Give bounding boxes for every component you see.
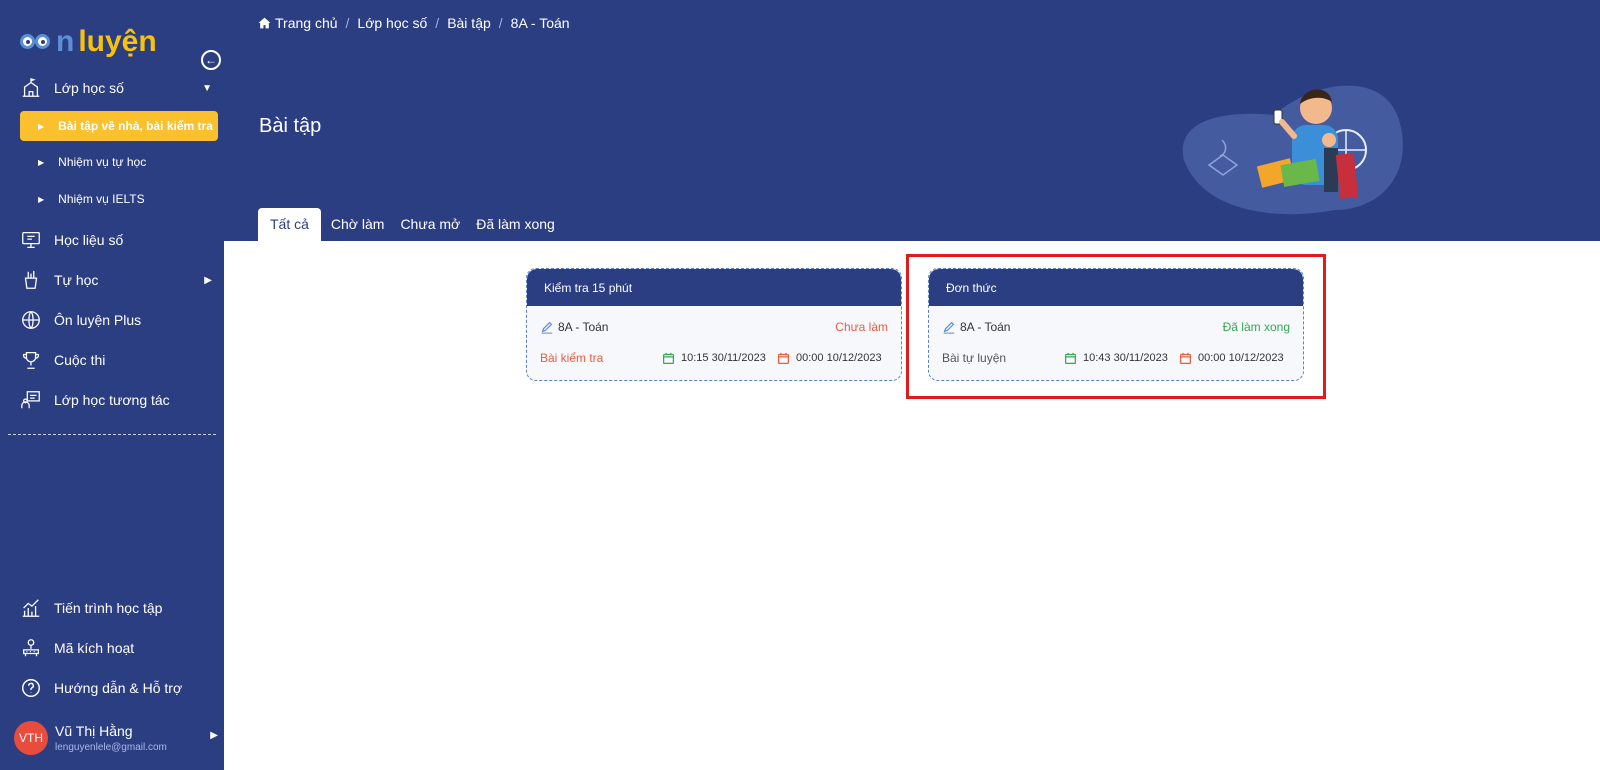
card-class-label: 8A - Toán xyxy=(558,320,609,334)
calendar-start-icon xyxy=(663,352,674,364)
sidebar-item-tien-trinh[interactable]: Tiến trình học tập xyxy=(0,590,224,626)
sidebar-item-label: Tự học xyxy=(54,272,99,288)
sidebar-subitem-label: Nhiệm vụ IELTS xyxy=(58,192,145,206)
sidebar-item-label: Ôn luyện Plus xyxy=(54,312,142,328)
sidebar-item-label: Lớp học tương tác xyxy=(54,392,170,408)
user-name: Vũ Thị Hằng xyxy=(55,723,133,739)
card-class: 8A - Toán xyxy=(540,320,608,334)
sidebar-item-lop-hoc-tuong-tac[interactable]: Lớp học tương tác xyxy=(0,382,224,418)
card-title: Kiểm tra 15 phút xyxy=(527,269,901,306)
sidebar-item-label: Lớp học số xyxy=(54,80,124,96)
sidebar-item-hoc-lieu-so[interactable]: Học liệu số xyxy=(0,222,224,258)
trophy-icon xyxy=(20,349,42,371)
assignment-type: Bài kiểm tra xyxy=(540,351,604,365)
sidebar-item-lop-hoc-so[interactable]: Lớp học số ▼ xyxy=(0,70,224,106)
card-row-meta: Bài kiểm tra 10:15 30/11/2023 00:00 10/1… xyxy=(540,351,888,365)
owl-logo-icon xyxy=(20,30,54,54)
card-row-class: 8A - Toán Chưa làm xyxy=(540,320,888,334)
end-date-label: 00:00 10/12/2023 xyxy=(796,352,882,364)
sidebar-item-label: Cuộc thi xyxy=(54,352,106,368)
calendar-end-icon xyxy=(778,352,789,364)
tab-cho-lam[interactable]: Chờ làm xyxy=(323,208,393,241)
highlight-box xyxy=(906,254,1326,399)
sidebar-item-label: Tiến trình học tập xyxy=(54,600,163,616)
end-date: 00:00 10/12/2023 xyxy=(777,352,882,365)
start-date-label: 10:15 30/11/2023 xyxy=(681,352,766,364)
globe-icon xyxy=(20,309,42,331)
student-illustration xyxy=(1182,85,1403,215)
breadcrumb-lop-hoc-so[interactable]: Lớp học số xyxy=(357,15,427,31)
sidebar-item-huong-dan[interactable]: Hướng dẫn & Hỗ trợ xyxy=(0,670,224,706)
triangle-right-icon: ▶ xyxy=(38,194,45,204)
pencil-cup-icon xyxy=(20,269,42,291)
chart-icon xyxy=(20,597,42,619)
user-info: Vũ Thị Hằng lenguyenlele@gmail.com xyxy=(55,723,167,753)
page-title: Bài tập xyxy=(259,115,322,137)
interactive-class-icon xyxy=(20,389,42,411)
sidebar-item-tu-hoc[interactable]: Tự học ▶ xyxy=(0,262,224,298)
caret-down-icon: ▼ xyxy=(202,82,212,94)
assignment-card-kiem-tra[interactable]: Kiểm tra 15 phút 8A - Toán Chưa làm Bài … xyxy=(526,268,902,381)
caret-right-icon: ▶ xyxy=(204,274,212,286)
sidebar-item-on-luyen-plus[interactable]: Ôn luyện Plus xyxy=(0,302,224,338)
tab-tat-ca[interactable]: Tất cả xyxy=(258,208,321,241)
sidebar-item-cuoc-thi[interactable]: Cuộc thi xyxy=(0,342,224,378)
tab-da-lam-xong[interactable]: Đã làm xong xyxy=(468,208,563,241)
sidebar-item-label: Mã kích hoạt xyxy=(54,640,135,656)
key-code-icon xyxy=(20,637,42,659)
start-date: 10:15 30/11/2023 xyxy=(662,352,766,365)
breadcrumb-current: 8A - Toán xyxy=(510,15,570,31)
app-logo[interactable]: n luyện xyxy=(20,24,157,60)
sidebar-item-label: Hướng dẫn & Hỗ trợ xyxy=(54,680,183,696)
logo-text-part2: luyện xyxy=(78,25,157,58)
tab-chua-mo[interactable]: Chưa mở xyxy=(392,208,468,241)
help-icon xyxy=(20,677,42,699)
sidebar-item-ma-kich-hoat[interactable]: Mã kích hoạt xyxy=(0,630,224,666)
tab-bar: Tất cả Chờ làm Chưa mở Đã làm xong xyxy=(258,208,563,241)
triangle-right-icon: ▶ xyxy=(38,121,45,131)
breadcrumb-separator: / xyxy=(498,15,503,31)
logo-text-part1: n xyxy=(56,25,75,58)
home-icon xyxy=(258,17,271,29)
pencil-icon xyxy=(541,321,553,334)
caret-right-icon: ▶ xyxy=(210,730,218,741)
page-header: Trang chủ / Lớp học số / Bài tập / 8A - … xyxy=(224,0,1600,241)
breadcrumb: Trang chủ / Lớp học số / Bài tập / 8A - … xyxy=(258,15,570,31)
sidebar-subitem-nhiem-vu-ielts[interactable]: ▶ Nhiệm vụ IELTS xyxy=(20,184,218,214)
avatar: VTH xyxy=(14,721,48,755)
user-email: lenguyenlele@gmail.com xyxy=(55,742,167,753)
sidebar-subitem-bai-tap[interactable]: ▶ Bài tập về nhà, bài kiểm tra xyxy=(20,111,218,141)
collapse-sidebar-button[interactable]: ← xyxy=(201,50,221,70)
breadcrumb-separator: / xyxy=(345,15,350,31)
sidebar-subitem-label: Nhiệm vụ tự học xyxy=(58,155,147,169)
user-profile[interactable]: VTH Vũ Thị Hằng lenguyenlele@gmail.com ▶ xyxy=(14,718,218,758)
school-icon xyxy=(20,77,42,99)
status-badge: Chưa làm xyxy=(835,320,888,334)
sidebar-subitem-label: Bài tập về nhà, bài kiểm tra xyxy=(58,119,213,133)
arrow-left-icon: ← xyxy=(205,53,217,67)
sidebar: n luyện ← Lớp học số ▼ ▶ Bài tập về nhà,… xyxy=(0,0,224,770)
screen-book-icon xyxy=(20,229,42,251)
sidebar-item-label: Học liệu số xyxy=(54,232,124,248)
sidebar-divider xyxy=(8,434,216,435)
sidebar-subitem-nhiem-vu-tu-hoc[interactable]: ▶ Nhiệm vụ tự học xyxy=(20,147,218,177)
breadcrumb-home[interactable]: Trang chủ xyxy=(275,15,338,31)
triangle-right-icon: ▶ xyxy=(38,157,45,167)
breadcrumb-bai-tap[interactable]: Bài tập xyxy=(447,15,491,31)
breadcrumb-separator: / xyxy=(435,15,440,31)
